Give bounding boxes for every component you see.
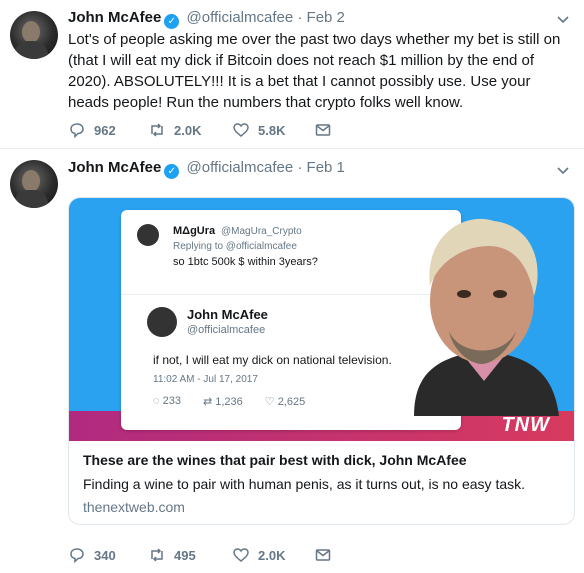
card-title[interactable]: These are the wines that pair best with … [83, 452, 467, 468]
tnw-logo: TNW [501, 414, 550, 436]
tweet-date[interactable]: Feb 2 [307, 9, 345, 26]
like-count: 5.8K [258, 122, 286, 138]
embedded-timestamp: 11:02 AM - Jul 17, 2017 [153, 374, 258, 385]
embedded-avatar [137, 224, 159, 246]
like-icon [233, 123, 249, 137]
person-photo [414, 218, 559, 416]
author-handle[interactable]: @officialmcafee [187, 9, 294, 26]
tweet[interactable]: John McAfee ✓ @officialmcafee · Feb 1 MΔg… [0, 149, 584, 573]
retweet-button[interactable]: 2.0K [148, 121, 201, 139]
verified-icon: ✓ [164, 164, 180, 179]
embedded-actions: ◌ 233 ⇄ 1,236 ♡ 2,625 [153, 395, 305, 408]
reply-button[interactable]: 340 [68, 546, 116, 564]
tweet-header: John McAfee ✓ @officialmcafee · Feb 2 [68, 9, 345, 29]
message-button[interactable] [314, 121, 332, 139]
message-icon [315, 124, 331, 136]
reply-icon [70, 123, 84, 139]
like-button[interactable]: 5.8K [232, 121, 285, 139]
caret-down-icon[interactable] [556, 12, 570, 26]
reply-icon [70, 548, 84, 564]
embedded-reply-name: MΔgUra [173, 225, 216, 237]
tweet-header: John McAfee ✓ @officialmcafee · Feb 1 [68, 159, 345, 179]
tweet[interactable]: John McAfee ✓ @officialmcafee · Feb 2 Lot… [0, 0, 584, 149]
tweet-text: Lot's of people asking me over the past … [68, 31, 561, 111]
embedded-main-name: John McAfee [187, 307, 268, 322]
message-button[interactable] [314, 546, 332, 564]
like-icon [233, 548, 249, 562]
embedded-replying-to: Replying to @officialmcafee [173, 241, 297, 252]
embedded-main-text: if not, I will eat my dick on national t… [153, 353, 392, 367]
tweet-date[interactable]: Feb 1 [307, 159, 345, 176]
verified-icon: ✓ [164, 14, 180, 29]
author-handle[interactable]: @officialmcafee [187, 159, 294, 176]
like-count: 2.0K [258, 547, 286, 563]
embedded-retweet-count: ⇄ 1,236 [202, 396, 243, 408]
caret-down-icon[interactable] [556, 163, 570, 177]
embedded-reply-count: ◌ 233 [153, 395, 181, 407]
message-icon [315, 549, 331, 561]
embedded-avatar [147, 307, 177, 337]
separator-dot: · [297, 9, 303, 26]
reply-count: 962 [94, 122, 116, 138]
embedded-like-count: ♡ 2,625 [264, 396, 306, 408]
retweet-count: 495 [174, 547, 196, 563]
retweet-count: 2.0K [174, 122, 202, 138]
author-name[interactable]: John McAfee [68, 9, 161, 26]
card-image: MΔgUra @MagUra_Crypto Replying to @offic… [69, 198, 574, 441]
avatar[interactable] [10, 11, 58, 59]
card-domain[interactable]: thenextweb.com [83, 499, 185, 515]
author-name[interactable]: John McAfee [68, 159, 161, 176]
retweet-button[interactable]: 495 [148, 546, 196, 564]
avatar[interactable] [10, 160, 58, 208]
embedded-reply-handle: @MagUra_Crypto [221, 226, 302, 237]
reply-button[interactable]: 962 [68, 121, 116, 139]
like-button[interactable]: 2.0K [232, 546, 285, 564]
retweet-icon [151, 548, 163, 562]
separator-dot: · [297, 159, 303, 176]
reply-count: 340 [94, 547, 116, 563]
link-card[interactable]: MΔgUra @MagUra_Crypto Replying to @offic… [68, 197, 575, 525]
card-description: Finding a wine to pair with human penis,… [83, 476, 526, 492]
embedded-reply-text: so 1btc 500k $ within 3years? [173, 256, 318, 268]
embedded-main-handle: @officialmcafee [187, 324, 266, 336]
retweet-icon [151, 123, 163, 137]
